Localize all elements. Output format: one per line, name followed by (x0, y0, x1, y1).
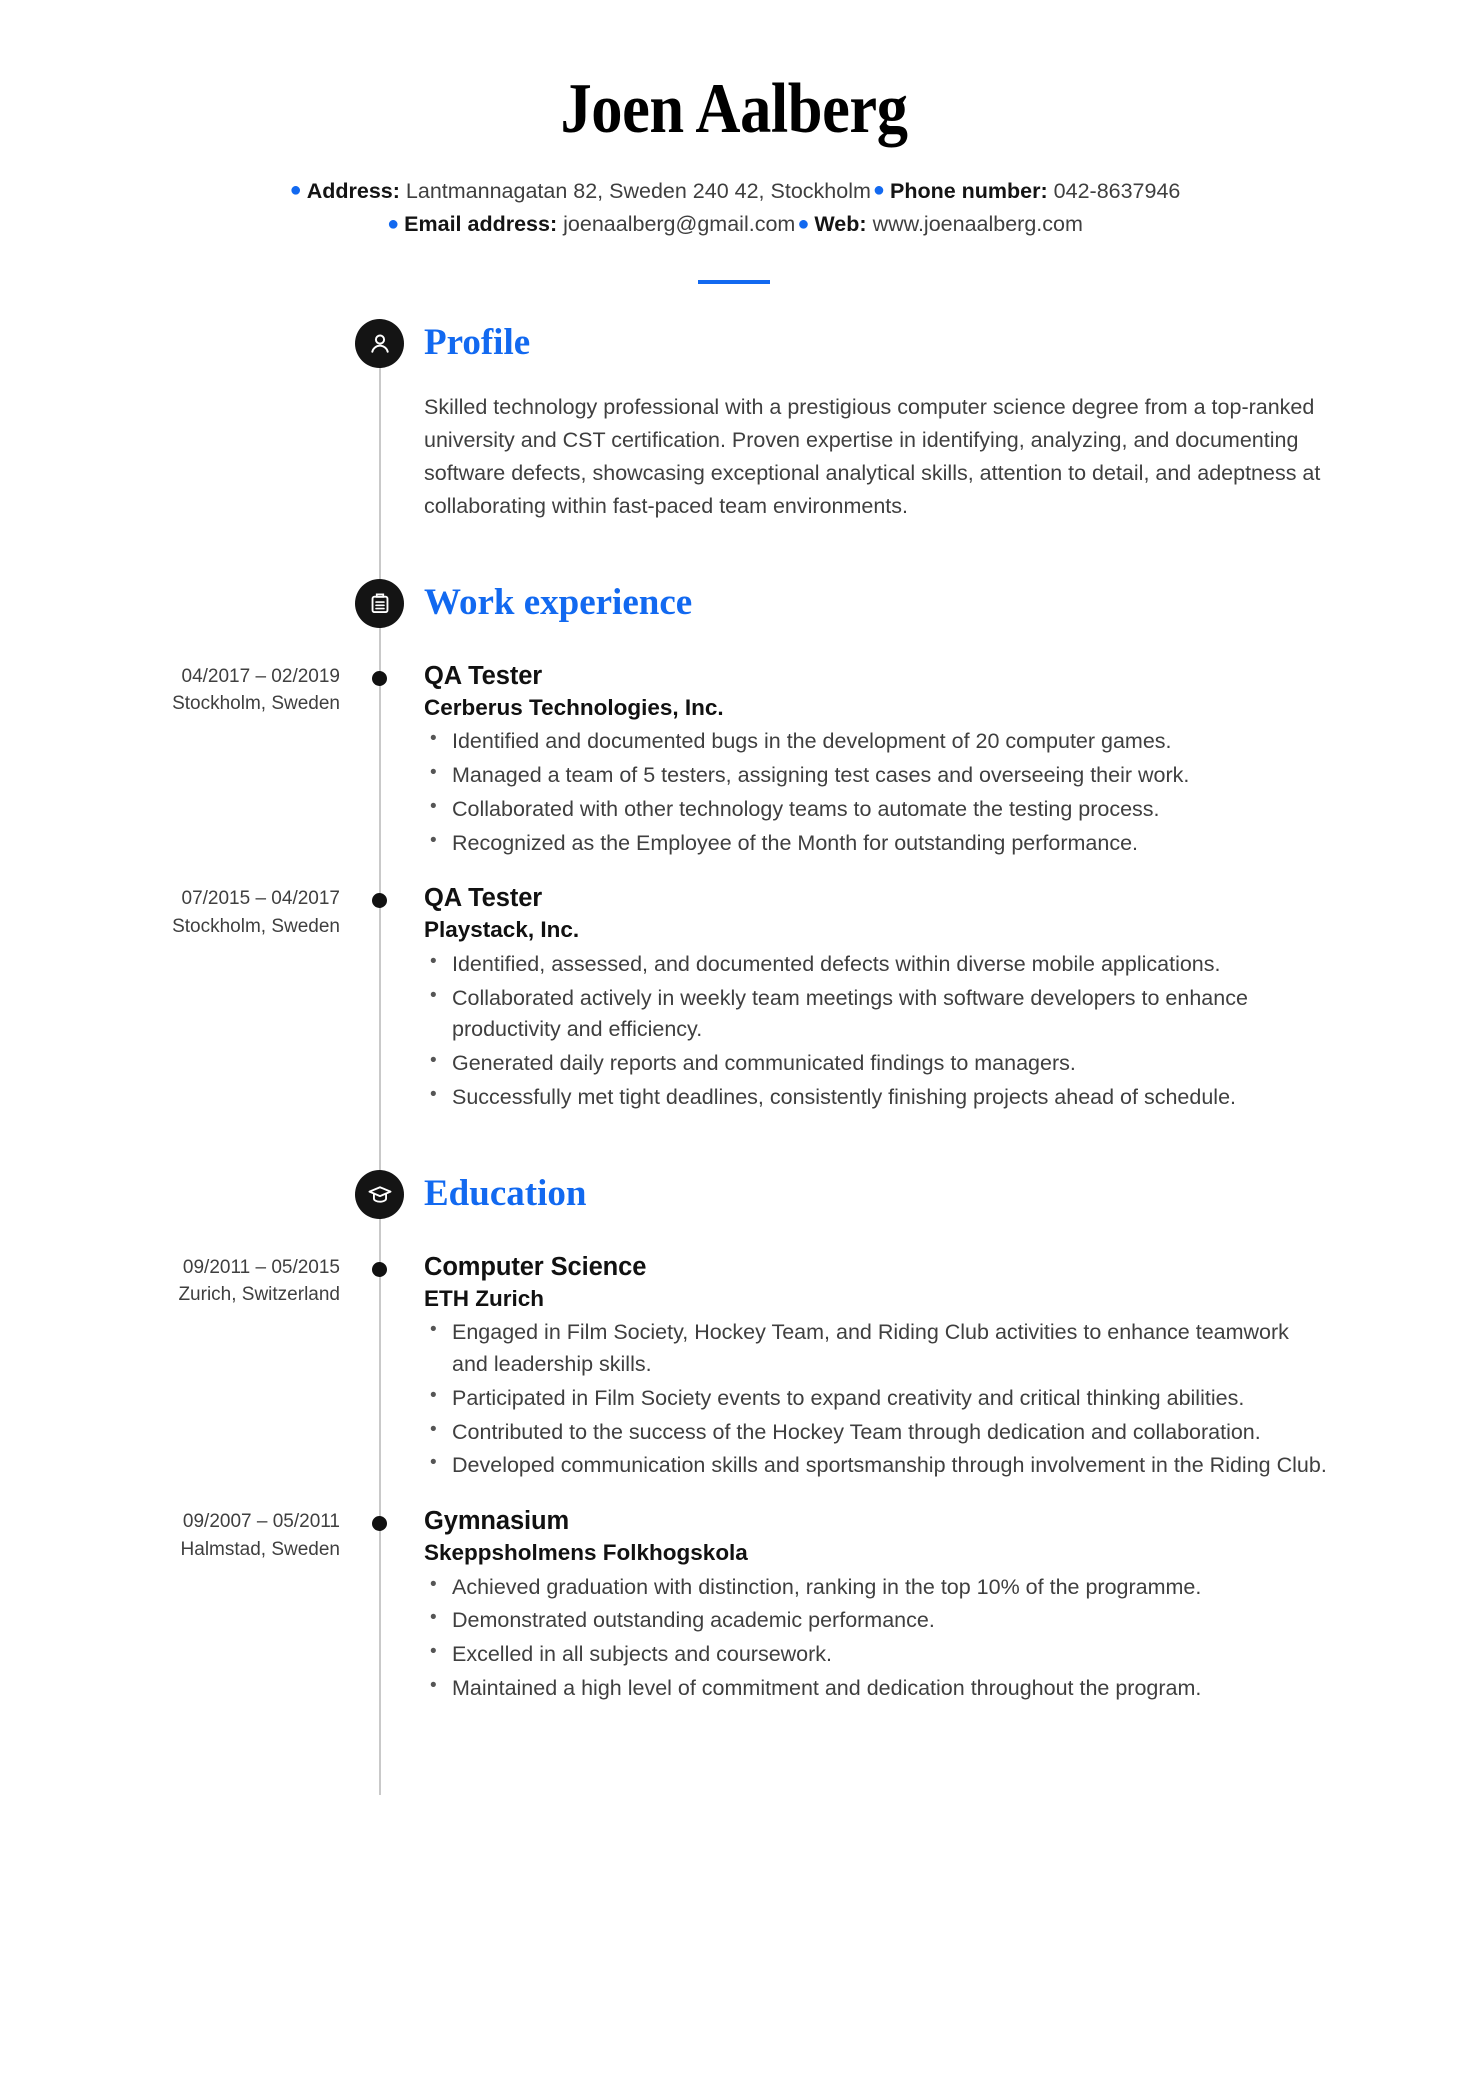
entry-organization: Cerberus Technologies, Inc. (424, 694, 724, 720)
entry-content: Computer Science ETH Zurich Engaged in F… (424, 1252, 1330, 1482)
education-entry: 09/2011 – 05/2015 Zurich, Switzerland Co… (0, 1252, 1468, 1482)
bullet-icon: ● (797, 212, 810, 235)
list-item: Successfully met tight deadlines, consis… (424, 1081, 1330, 1114)
section-title-profile: Profile (424, 322, 531, 364)
timeline-dot (372, 670, 387, 686)
list-item: Contributed to the success of the Hockey… (424, 1416, 1330, 1449)
section-title-education: Education (424, 1172, 587, 1214)
graduation-cap-icon (355, 1169, 404, 1219)
web-value: www.joenaalberg.com (872, 211, 1083, 236)
list-item: Engaged in Film Society, Hockey Team, an… (424, 1316, 1330, 1381)
list-item: Participated in Film Society events to e… (424, 1382, 1330, 1415)
entry-dates: 04/2017 – 02/2019 (181, 665, 341, 687)
list-item: Recognized as the Employee of the Month … (424, 827, 1330, 860)
entry-content: QA Tester Playstack, Inc. Identified, as… (424, 883, 1330, 1113)
phone-label: Phone number: (889, 178, 1048, 203)
contact-line-2: ● Email address: joenaalberg@gmail.com ● Web… (0, 208, 1468, 241)
section-profile: Profile Skilled technology professional … (0, 319, 1468, 523)
entry-bullet-list: Identified and documented bugs in the de… (424, 725, 1330, 860)
entry-organization: Playstack, Inc. (424, 917, 580, 943)
entry-dates: 09/2007 – 05/2011 (182, 1511, 340, 1533)
list-item: Collaborated with other technology teams… (424, 793, 1330, 826)
header-divider-wrap (0, 271, 1468, 289)
contact-line-1: ● Address: Lantmannagatan 82, Sweden 240 4… (0, 175, 1468, 208)
address-label: Address: (306, 178, 400, 203)
list-item: Developed communication skills and sport… (424, 1449, 1330, 1482)
timeline-dot (372, 893, 387, 909)
entry-content: Gymnasium Skeppsholmens Folkhogskola Ach… (424, 1506, 1330, 1705)
resume-header: Joen Aalberg ● Address: Lantmannagatan 82,… (0, 0, 1468, 289)
list-item: Demonstrated outstanding academic perfor… (424, 1604, 1330, 1637)
resume-page: Joen Aalberg ● Address: Lantmannagatan 82,… (0, 0, 1468, 2076)
entry-meta: 07/2015 – 04/2017 Stockholm, Sweden (0, 885, 340, 940)
list-item: Generated daily reports and communicated… (424, 1047, 1330, 1080)
list-item: Achieved graduation with distinction, ra… (424, 1571, 1330, 1604)
page-title: Joen Aalberg (560, 70, 908, 148)
list-item: Managed a team of 5 testers, assigning t… (424, 759, 1330, 792)
contact-info: ● Address: Lantmannagatan 82, Sweden 240 4… (0, 175, 1468, 242)
entry-bullet-list: Achieved graduation with distinction, ra… (424, 1571, 1330, 1705)
work-entry: 04/2017 – 02/2019 Stockholm, Sweden QA T… (0, 661, 1468, 860)
email-label: Email address: (404, 211, 558, 236)
section-title-work: Work experience (424, 581, 693, 623)
entry-dates: 07/2015 – 04/2017 (181, 888, 341, 910)
work-entry: 07/2015 – 04/2017 Stockholm, Sweden QA T… (0, 883, 1468, 1113)
bullet-icon: ● (289, 179, 302, 202)
profile-text: Skilled technology professional with a p… (424, 395, 1321, 518)
bullet-icon: ● (387, 212, 400, 235)
timeline-dot (372, 1516, 387, 1532)
section-work-experience: Work experience 04/2017 – 02/2019 Stockh… (0, 578, 1468, 1114)
entry-job-title: QA Tester (424, 884, 543, 913)
bullet-icon: ● (872, 179, 885, 202)
section-education: Education 09/2011 – 05/2015 Zurich, Swit… (0, 1169, 1468, 1705)
entry-location: Zurich, Switzerland (178, 1284, 340, 1306)
list-item: Identified, assessed, and documented def… (424, 948, 1330, 981)
entry-location: Stockholm, Sweden (172, 915, 340, 937)
resume-body: Profile Skilled technology professional … (0, 319, 1468, 1795)
briefcase-icon (355, 578, 404, 628)
entry-location: Halmstad, Sweden (180, 1538, 340, 1560)
list-item: Collaborated actively in weekly team mee… (424, 982, 1330, 1047)
list-item: Excelled in all subjects and coursework. (424, 1638, 1330, 1671)
entry-institution: Skeppsholmens Folkhogskola (424, 1540, 748, 1566)
entry-content: QA Tester Cerberus Technologies, Inc. Id… (424, 661, 1330, 860)
education-entry: 09/2007 – 05/2011 Halmstad, Sweden Gymna… (0, 1506, 1468, 1705)
timeline-dot (372, 1261, 387, 1277)
section-header-profile: Profile (0, 319, 1468, 377)
list-item: Identified and documented bugs in the de… (424, 725, 1330, 758)
entry-job-title: QA Tester (424, 661, 543, 690)
entry-location: Stockholm, Sweden (172, 693, 340, 715)
entry-institution: ETH Zurich (424, 1285, 545, 1311)
entry-degree-title: Gymnasium (424, 1507, 570, 1536)
email-value: joenaalberg@gmail.com (563, 211, 796, 236)
phone-value: 042-8637946 (1053, 178, 1181, 203)
web-label: Web: (814, 211, 867, 236)
entry-bullet-list: Identified, assessed, and documented def… (424, 948, 1330, 1114)
section-header-work: Work experience (0, 578, 1468, 637)
person-icon (355, 319, 404, 369)
entry-meta: 09/2011 – 05/2015 Zurich, Switzerland (0, 1254, 340, 1309)
entry-meta: 04/2017 – 02/2019 Stockholm, Sweden (0, 663, 340, 718)
header-divider (698, 280, 770, 285)
entry-dates: 09/2011 – 05/2015 (182, 1256, 340, 1278)
address-value: Lantmannagatan 82, Sweden 240 42, Stockh… (405, 178, 871, 203)
list-item: Maintained a high level of commitment an… (424, 1672, 1330, 1705)
entry-bullet-list: Engaged in Film Society, Hockey Team, an… (424, 1316, 1330, 1482)
section-header-education: Education (0, 1169, 1468, 1228)
entry-degree-title: Computer Science (424, 1252, 647, 1281)
entry-meta: 09/2007 – 05/2011 Halmstad, Sweden (0, 1508, 340, 1563)
